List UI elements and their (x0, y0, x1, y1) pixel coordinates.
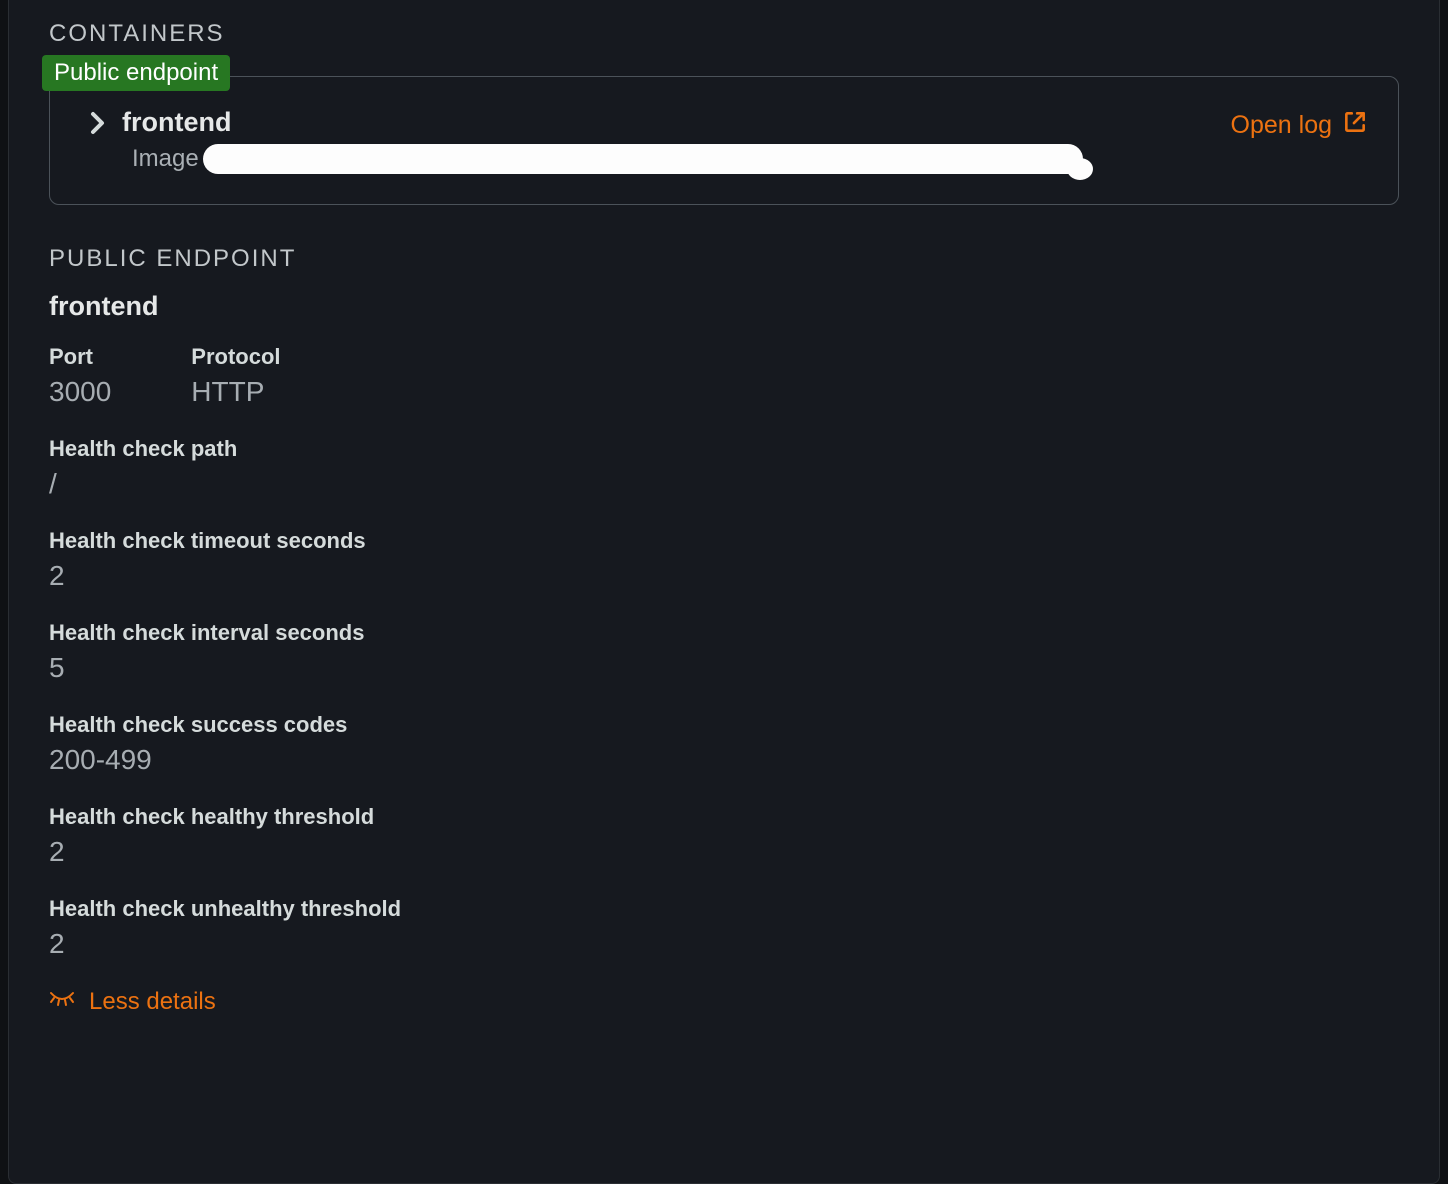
health-timeout-value: 2 (49, 560, 1399, 592)
health-path-value: / (49, 468, 1399, 500)
health-success-label: Health check success codes (49, 712, 1399, 738)
health-interval-label: Health check interval seconds (49, 620, 1399, 646)
chevron-right-icon[interactable] (90, 111, 106, 135)
less-details-toggle[interactable]: Less details (49, 988, 1399, 1016)
panel: CONTAINERS Public endpoint frontend Imag… (8, 0, 1440, 1184)
protocol-label: Protocol (191, 344, 280, 370)
protocol-value: HTTP (191, 376, 280, 408)
public-endpoint-badge: Public endpoint (42, 55, 230, 91)
health-healthy-label: Health check healthy threshold (49, 804, 1399, 830)
health-interval-value: 5 (49, 652, 1399, 684)
health-timeout-field: Health check timeout seconds 2 (49, 528, 1399, 592)
health-path-field: Health check path / (49, 436, 1399, 500)
health-healthy-field: Health check healthy threshold 2 (49, 804, 1399, 868)
open-log-label: Open log (1231, 111, 1332, 140)
health-path-label: Health check path (49, 436, 1399, 462)
health-unhealthy-value: 2 (49, 928, 1399, 960)
health-success-field: Health check success codes 200-499 (49, 712, 1399, 776)
health-unhealthy-field: Health check unhealthy threshold 2 (49, 896, 1399, 960)
container-name: frontend (122, 107, 231, 138)
port-value: 3000 (49, 376, 111, 408)
image-value-redacted (203, 144, 1083, 174)
health-success-value: 200-499 (49, 744, 1399, 776)
public-endpoint-section: PUBLIC ENDPOINT frontend Port 3000 Proto… (49, 245, 1399, 1016)
eye-collapse-icon (49, 988, 75, 1016)
health-timeout-label: Health check timeout seconds (49, 528, 1399, 554)
public-endpoint-name: frontend (49, 291, 1399, 322)
less-details-label: Less details (89, 988, 216, 1016)
health-unhealthy-label: Health check unhealthy threshold (49, 896, 1399, 922)
protocol-field: Protocol HTTP (191, 344, 280, 408)
containers-section-label: CONTAINERS (49, 20, 1399, 48)
public-endpoint-section-label: PUBLIC ENDPOINT (49, 245, 1399, 273)
health-healthy-value: 2 (49, 836, 1399, 868)
port-field: Port 3000 (49, 344, 111, 408)
port-label: Port (49, 344, 111, 370)
external-link-icon (1342, 109, 1368, 142)
health-interval-field: Health check interval seconds 5 (49, 620, 1399, 684)
image-label: Image (132, 145, 199, 173)
open-log-link[interactable]: Open log (1231, 109, 1368, 142)
container-card: Public endpoint frontend Image Open log (49, 76, 1399, 205)
